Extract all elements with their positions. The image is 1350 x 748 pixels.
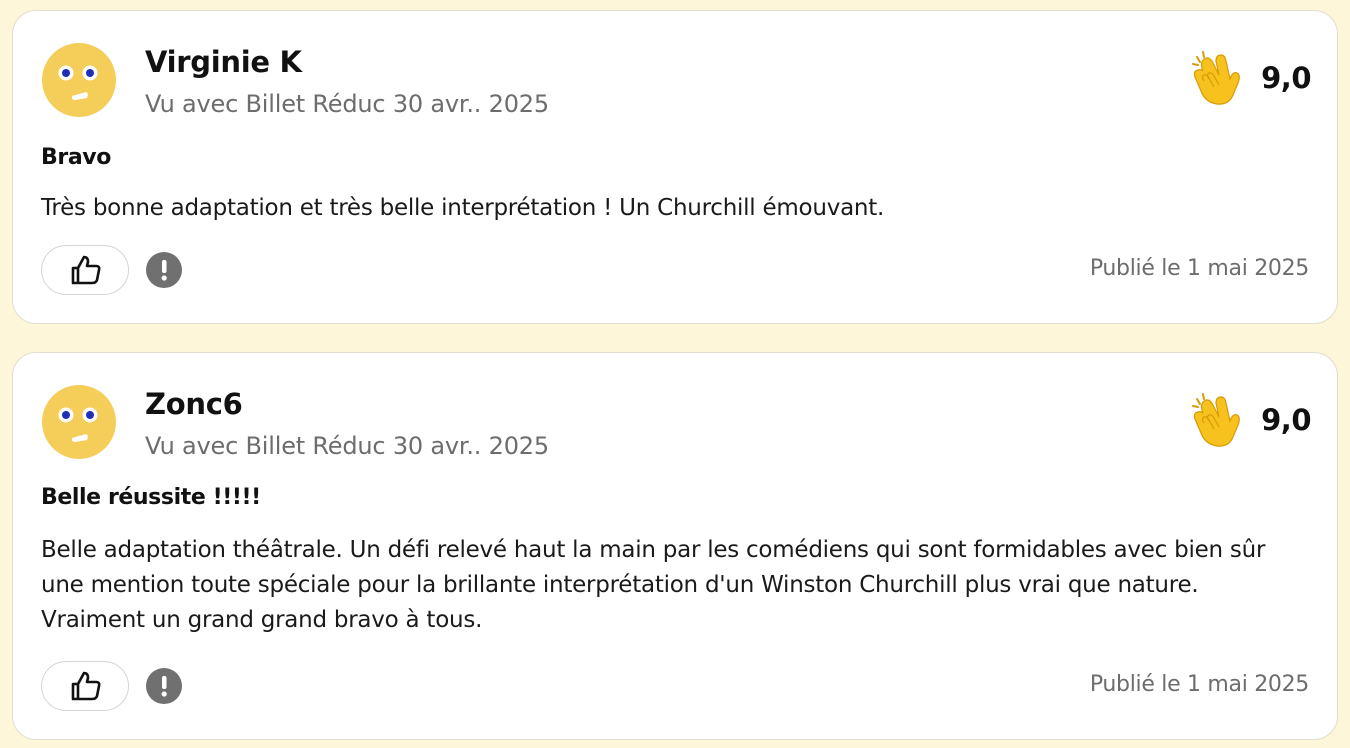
clapping-hands-icon: [1192, 51, 1240, 105]
reviewer-name: Virginie K: [145, 45, 302, 79]
review-title: Bravo: [41, 145, 111, 170]
exclamation-icon: [161, 260, 167, 281]
published-date: Publié le 1 mai 2025: [1089, 256, 1309, 281]
review-card: Zonc6 Vu avec Billet Réduc 30 avr.. 2025…: [12, 352, 1338, 740]
reviewer-name: Zonc6: [145, 387, 243, 421]
score-value: 9,0: [1261, 403, 1311, 437]
review-score: 9,0: [1189, 391, 1311, 449]
report-button[interactable]: [146, 252, 182, 288]
like-button[interactable]: [41, 661, 129, 711]
review-text: Très bonne adaptation et très belle inte…: [41, 195, 885, 221]
thumbs-up-icon: [71, 671, 101, 701]
published-date: Publié le 1 mai 2025: [1089, 672, 1309, 697]
report-button[interactable]: [146, 668, 182, 704]
review-meta: Vu avec Billet Réduc 30 avr.. 2025: [145, 432, 549, 460]
review-score: 9,0: [1189, 49, 1311, 107]
smiley-avatar-icon: [42, 385, 116, 459]
score-value: 9,0: [1261, 61, 1311, 95]
review-text: Belle adaptation théâtrale. Un défi rele…: [41, 537, 1266, 633]
like-button[interactable]: [41, 245, 129, 295]
review-card: Virginie K Vu avec Billet Réduc 30 avr..…: [12, 10, 1338, 324]
clapping-hands-icon: [1192, 393, 1240, 447]
review-meta: Vu avec Billet Réduc 30 avr.. 2025: [145, 90, 549, 118]
review-title: Belle réussite !!!!!: [41, 485, 261, 510]
smiley-avatar-icon: [42, 43, 116, 117]
thumbs-up-icon: [71, 255, 101, 285]
exclamation-icon: [161, 676, 167, 697]
